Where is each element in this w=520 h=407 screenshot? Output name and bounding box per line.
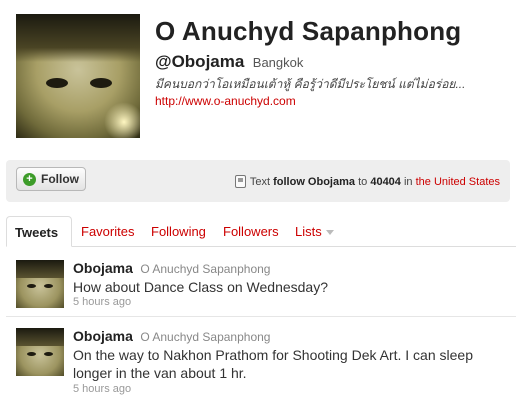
- tweet-text: On the way to Nakhon Prathom for Shootin…: [73, 347, 473, 381]
- phone-icon: [234, 175, 246, 188]
- text-prefix: Text: [249, 175, 271, 188]
- tweet-fullname: O Anuchyd Sapanphong: [140, 262, 271, 276]
- plus-circle-icon: +: [23, 172, 36, 186]
- profile-tabs: Tweets Favorites Following Followers Lis…: [6, 216, 516, 247]
- tweet-header: Obojama O Anuchyd Sapanphong: [73, 328, 270, 346]
- avatar-eye-right: [44, 284, 53, 288]
- tweet-timestamp[interactable]: 5 hours ago: [73, 383, 131, 395]
- text-region-link[interactable]: the United States: [416, 176, 500, 188]
- text-to: to: [358, 175, 368, 188]
- tweet-item[interactable]: Obojama O Anuchyd Sapanphong How about D…: [6, 252, 516, 317]
- tweet-avatar[interactable]: [16, 328, 64, 376]
- profile-bio: มีคนบอกว่าโอเหมือนเต้าหู้ คือรู้ว่าดีมีป…: [155, 77, 466, 91]
- text-in: in: [403, 175, 413, 188]
- avatar-eye-right: [44, 352, 53, 356]
- avatar-hair: [16, 260, 64, 278]
- text-command: follow Obojama: [273, 175, 356, 188]
- tweet-item[interactable]: Obojama O Anuchyd Sapanphong On the way …: [6, 320, 516, 407]
- tab-followers[interactable]: Followers: [215, 216, 287, 246]
- profile-avatar[interactable]: [16, 14, 140, 138]
- tab-following[interactable]: Following: [143, 216, 214, 246]
- profile-name: O Anuchyd Sapanphong: [155, 16, 462, 46]
- tweet-text: How about Dance Class on Wednesday?: [73, 279, 329, 295]
- tweet-username[interactable]: Obojama: [73, 260, 133, 276]
- tweet-username[interactable]: Obojama: [73, 328, 133, 344]
- avatar-hair: [16, 14, 140, 62]
- tab-tweets[interactable]: Tweets: [6, 216, 72, 247]
- profile-url[interactable]: http://www.o-anuchyd.com: [155, 94, 296, 108]
- tweet-header: Obojama O Anuchyd Sapanphong: [73, 260, 270, 278]
- action-bar: + Follow Text follow Obojama to 40404 in…: [6, 160, 510, 202]
- avatar-eye-left: [46, 78, 68, 88]
- tab-lists-label: Lists: [295, 224, 322, 239]
- profile-handle: @Obojama: [155, 52, 245, 71]
- text-follow-info: Text follow Obojama to 40404 in the Unit…: [234, 175, 500, 188]
- profile-handle-row: @Obojama Bangkok: [155, 52, 303, 72]
- avatar-light: [104, 102, 140, 138]
- follow-button[interactable]: + Follow: [16, 167, 86, 191]
- tweet-fullname: O Anuchyd Sapanphong: [140, 330, 271, 344]
- avatar-eye-left: [27, 352, 36, 356]
- tab-favorites[interactable]: Favorites: [73, 216, 142, 246]
- avatar-eye-right: [90, 78, 112, 88]
- tweet-timestamp[interactable]: 5 hours ago: [73, 296, 131, 308]
- avatar-hair: [16, 328, 64, 346]
- tab-lists[interactable]: Lists: [287, 216, 342, 246]
- follow-button-label: Follow: [41, 172, 79, 186]
- tweet-avatar[interactable]: [16, 260, 64, 308]
- avatar-eye-left: [27, 284, 36, 288]
- profile-location: Bangkok: [252, 55, 304, 70]
- caret-down-icon: [325, 230, 334, 236]
- text-number: 40404: [370, 175, 401, 188]
